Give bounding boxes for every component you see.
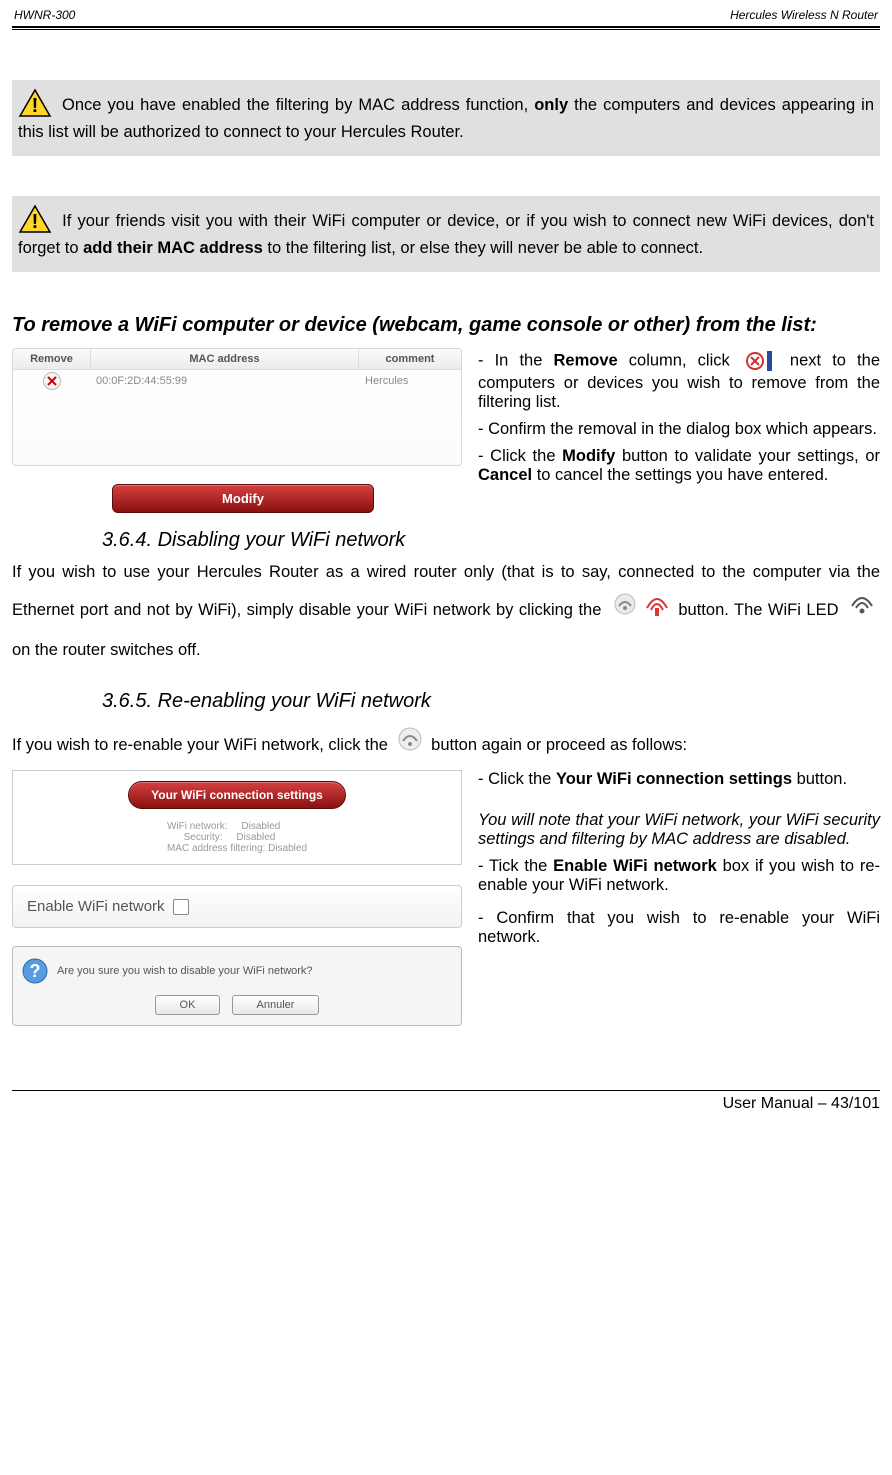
warn1-bold: only xyxy=(534,96,568,114)
col-mac: MAC address xyxy=(91,349,359,369)
txt: - Click the xyxy=(478,770,556,788)
warn2-bold: add their MAC address xyxy=(83,239,263,257)
txt: Modify xyxy=(562,447,615,465)
wifi-settings-button[interactable]: Your WiFi connection settings xyxy=(128,781,346,809)
modify-button[interactable]: Modify xyxy=(112,484,374,513)
section-remove-title: To remove a WiFi computer or device (web… xyxy=(12,312,880,338)
comment-cell: Hercules xyxy=(359,372,461,390)
table-row: 00:0F:2D:44:55:99 Hercules xyxy=(13,370,461,392)
txt: Cancel xyxy=(478,466,532,484)
warn1-pre: Once you have enabled the filtering by M… xyxy=(62,96,534,114)
enable-wifi-checkbox[interactable] xyxy=(173,899,189,915)
dialog-ok-button[interactable]: OK xyxy=(155,995,221,1015)
col-remove: Remove xyxy=(13,349,91,369)
warning-icon: ! xyxy=(18,88,52,123)
txt: Your WiFi connection settings xyxy=(556,770,792,788)
remove-row-button[interactable] xyxy=(43,372,61,390)
note-text: You will note that your WiFi network, yo… xyxy=(478,811,880,849)
mac-table: Remove MAC address comment 00:0F:2D:44:5… xyxy=(12,348,462,466)
txt: Enable WiFi network xyxy=(553,857,717,875)
txt: - Confirm the removal in the dialog box … xyxy=(478,420,880,439)
enable-wifi-label: Enable WiFi network xyxy=(27,898,165,915)
txt: button again or proceed as follows: xyxy=(431,736,687,754)
txt: - Confirm that you wish to re-enable you… xyxy=(478,909,880,947)
svg-text:!: ! xyxy=(32,211,39,233)
txt: - Click the xyxy=(478,447,562,465)
wifi-status-text: WiFi network: Disabled Security: Disable… xyxy=(167,821,307,854)
subsection-364: 3.6.4. Disabling your WiFi network xyxy=(102,529,880,552)
doc-model: HWNR-300 xyxy=(14,8,75,22)
warning-box-1: ! Once you have enabled the filtering by… xyxy=(12,80,880,156)
page-footer: User Manual – 43/101 xyxy=(723,1095,880,1112)
wifi-reenable-icon xyxy=(397,727,423,764)
svg-text:?: ? xyxy=(30,961,41,981)
wifi-status-panel: WiFi network: Disabled Security: Disable… xyxy=(21,815,453,860)
wifi-led-icon xyxy=(848,592,876,629)
col-comment: comment xyxy=(359,349,461,369)
enable-wifi-row: Enable WiFi network xyxy=(12,885,462,928)
txt: - Tick the xyxy=(478,857,553,875)
txt: button to validate your settings, or xyxy=(615,447,880,465)
dialog-cancel-button[interactable]: Annuler xyxy=(232,995,320,1015)
warning-icon: ! xyxy=(18,204,52,239)
dialog-text: Are you sure you wish to disable your Wi… xyxy=(57,965,313,977)
wifi-toggle-icon xyxy=(611,590,669,631)
warning-box-2: ! If your friends visit you with their W… xyxy=(12,196,880,272)
txt: button. The WiFi LED xyxy=(678,601,844,619)
mac-cell: 00:0F:2D:44:55:99 xyxy=(90,372,359,390)
txt: on the router switches off. xyxy=(12,641,201,659)
warn2-post: to the filtering list, or else they will… xyxy=(263,239,703,257)
txt: button. xyxy=(792,770,847,788)
txt: - In the xyxy=(478,351,553,369)
doc-title: Hercules Wireless N Router xyxy=(730,8,878,22)
subsection-365: 3.6.5. Re-enabling your WiFi network xyxy=(102,690,880,713)
confirm-dialog: ? Are you sure you wish to disable your … xyxy=(12,946,462,1026)
txt: to cancel the settings you have entered. xyxy=(532,466,828,484)
remove-x-icon xyxy=(745,348,775,374)
svg-text:!: ! xyxy=(32,95,39,117)
question-icon: ? xyxy=(21,957,49,985)
txt: If you wish to re-enable your WiFi netwo… xyxy=(12,736,393,754)
txt: Remove xyxy=(553,351,617,369)
txt: column, click xyxy=(618,351,741,369)
